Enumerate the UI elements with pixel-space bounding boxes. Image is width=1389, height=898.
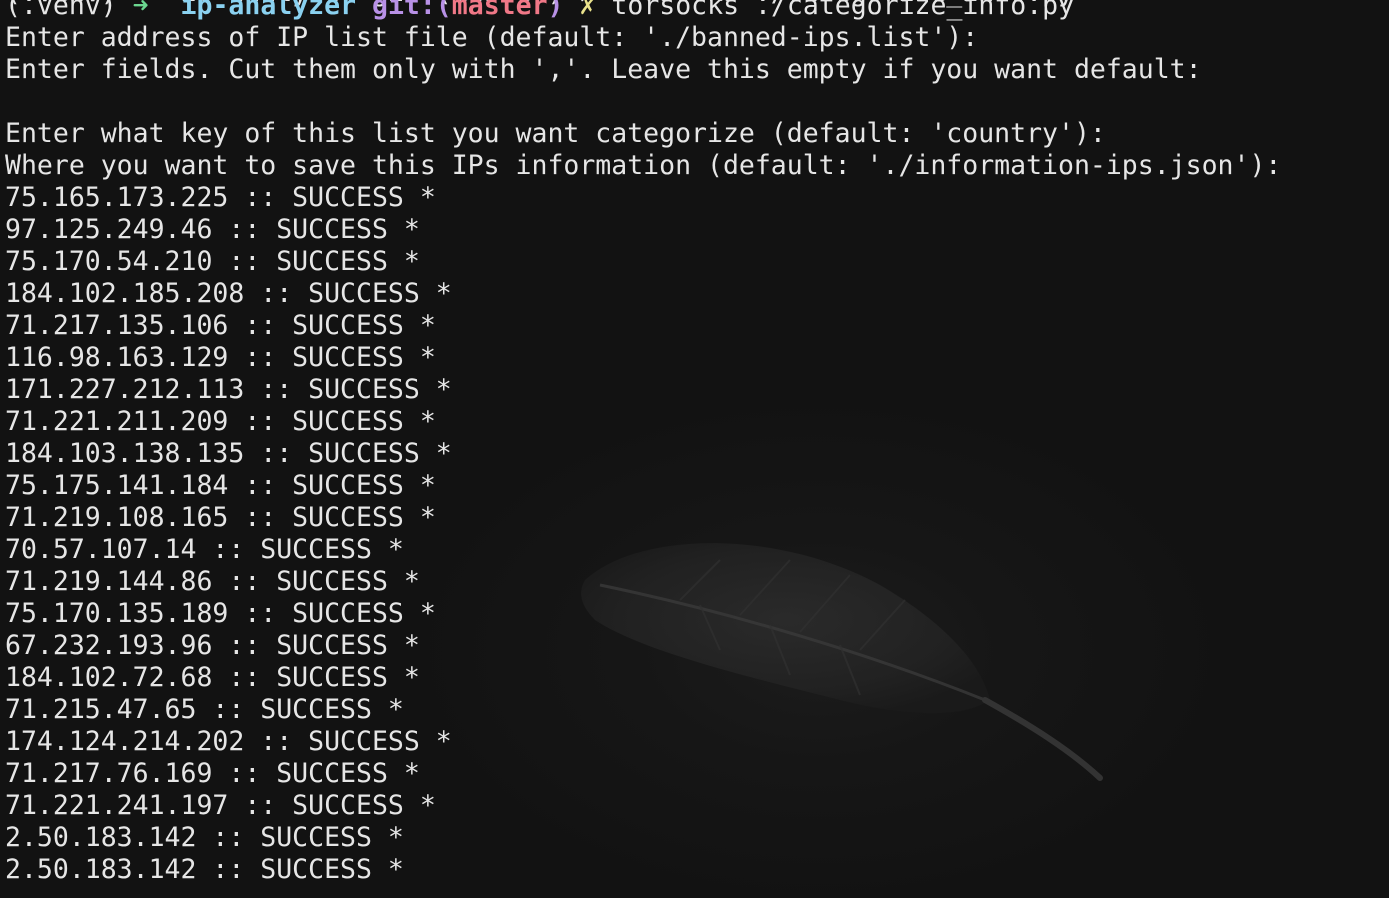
result-line: 116.98.163.129 :: SUCCESS * xyxy=(5,342,436,373)
result-line: 75.170.135.189 :: SUCCESS * xyxy=(5,598,436,629)
result-line: 184.102.72.68 :: SUCCESS * xyxy=(5,662,420,693)
prompt-line: (.venv) ➜ ip-analyzer git:(master) ✗ tor… xyxy=(5,0,1281,22)
prompt-categorize-key: Enter what key of this list you want cat… xyxy=(5,118,1106,149)
result-line: 71.217.76.169 :: SUCCESS * xyxy=(5,758,420,789)
venv-indicator: (.venv) xyxy=(5,0,117,21)
result-line: 75.170.54.210 :: SUCCESS * xyxy=(5,246,420,277)
result-line: 97.125.249.46 :: SUCCESS * xyxy=(5,214,420,245)
git-branch: master xyxy=(451,0,548,21)
result-line: 71.219.108.165 :: SUCCESS * xyxy=(5,502,436,533)
result-line: 75.165.173.225 :: SUCCESS * xyxy=(5,182,436,213)
terminal-window[interactable]: (.venv) ➜ ip-analyzer git:(master) ✗ tor… xyxy=(0,0,1389,898)
git-dirty-icon: ✗ xyxy=(579,0,596,21)
result-line: 184.103.138.135 :: SUCCESS * xyxy=(5,438,452,469)
git-suffix: ) xyxy=(547,0,564,21)
result-line: 71.215.47.65 :: SUCCESS * xyxy=(5,694,404,725)
result-line: 70.57.107.14 :: SUCCESS * xyxy=(5,534,404,565)
prompt-fields: Enter fields. Cut them only with ','. Le… xyxy=(5,54,1202,85)
result-line: 2.50.183.142 :: SUCCESS * xyxy=(5,854,404,885)
result-line: 174.124.214.202 :: SUCCESS * xyxy=(5,726,452,757)
result-line: 171.227.212.113 :: SUCCESS * xyxy=(5,374,452,405)
result-line: 67.232.193.96 :: SUCCESS * xyxy=(5,630,420,661)
result-line: 184.102.185.208 :: SUCCESS * xyxy=(5,278,452,309)
prompt-save-path: Where you want to save this IPs informat… xyxy=(5,150,1282,181)
result-line: 2.50.183.142 :: SUCCESS * xyxy=(5,822,404,853)
current-directory: ip-analyzer xyxy=(180,0,357,21)
result-line: 71.219.144.86 :: SUCCESS * xyxy=(5,566,420,597)
command-text: torsocks ./categorize_info.py xyxy=(611,0,1075,21)
result-line: 71.221.211.209 :: SUCCESS * xyxy=(5,406,436,437)
result-line: 71.221.241.197 :: SUCCESS * xyxy=(5,790,436,821)
result-line: 71.217.135.106 :: SUCCESS * xyxy=(5,310,436,341)
prompt-arrow-icon: ➜ xyxy=(132,0,149,21)
prompt-ip-list-file: Enter address of IP list file (default: … xyxy=(5,22,979,53)
terminal-output: (.venv) ➜ ip-analyzer git:(master) ✗ tor… xyxy=(5,0,1281,886)
git-prefix: git:( xyxy=(372,0,452,21)
result-line: 75.175.141.184 :: SUCCESS * xyxy=(5,470,436,501)
